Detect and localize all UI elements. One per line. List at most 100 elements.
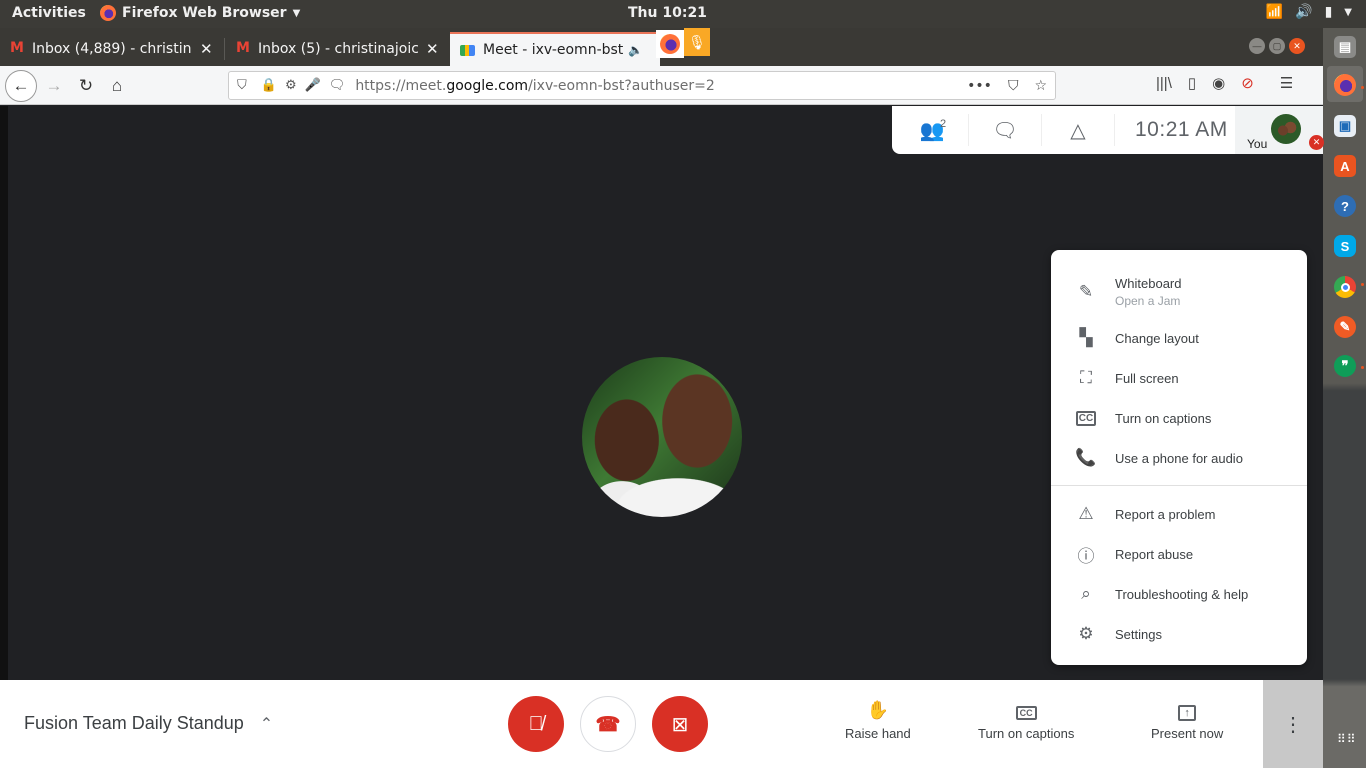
- pencil-icon: ✎: [1078, 282, 1094, 301]
- raise-hand-icon: ✋: [866, 700, 890, 720]
- back-button[interactable]: ←: [5, 70, 37, 102]
- account-icon[interactable]: ◉: [1212, 74, 1225, 92]
- show-applications-icon[interactable]: ⠿⠿: [1337, 733, 1357, 745]
- microphone-sharing-indicator[interactable]: 🎙: [684, 28, 710, 56]
- microphone-permission-icon[interactable]: 🎤: [305, 78, 321, 93]
- mic-off-icon: 🎙̸: [528, 712, 544, 735]
- menu-item-label: Report abuse: [1115, 546, 1194, 562]
- microphone-toggle-button[interactable]: 🎙̸: [508, 696, 564, 752]
- sidebar-icon[interactable]: ▯: [1188, 74, 1196, 92]
- divider: [1114, 114, 1115, 146]
- running-indicator: [1361, 366, 1364, 369]
- volume-icon: 🔊: [1295, 4, 1313, 20]
- menu-item-captions[interactable]: CC Turn on captions: [1051, 398, 1307, 438]
- menu-item-report-problem[interactable]: ⚠ Report a problem: [1051, 494, 1307, 534]
- google-meet-icon: [460, 44, 475, 56]
- lock-icon[interactable]: 🔒: [261, 78, 277, 93]
- file-cabinet-icon[interactable]: ▤: [1334, 36, 1356, 58]
- maximize-button[interactable]: ▢: [1269, 38, 1285, 54]
- menu-item-report-abuse[interactable]: ⓘ Report abuse: [1051, 534, 1307, 574]
- gmail-icon: [236, 40, 250, 56]
- firefox-icon[interactable]: [1334, 74, 1356, 96]
- meeting-details-toggle[interactable]: Fusion Team Daily Standup ⌃: [24, 713, 273, 734]
- menu-item-troubleshooting[interactable]: ⌕ Troubleshooting & help: [1051, 574, 1307, 614]
- meeting-controls-bar: Fusion Team Daily Standup ⌃ 🎙̸ ☎ ⊠ ✋ Rai…: [0, 680, 1323, 768]
- menu-item-label: Change layout: [1115, 330, 1199, 346]
- url-domain: google.com: [446, 77, 529, 94]
- menu-item-phone-audio[interactable]: 📞 Use a phone for audio: [1051, 438, 1307, 478]
- url-bar[interactable]: ⛉ 🔒 ⚙ 🎤 🗨 https://meet.google.com/ixv-eo…: [228, 71, 1056, 100]
- menu-item-full-screen[interactable]: ⛶ Full screen: [1051, 358, 1307, 398]
- menu-item-label: Use a phone for audio: [1115, 450, 1243, 466]
- url-text[interactable]: https://meet.google.com/ixv-eomn-bst?aut…: [355, 78, 714, 94]
- action-label: Turn on captions: [978, 726, 1075, 741]
- sharing-indicator-firefox[interactable]: [656, 30, 684, 58]
- tab-meet[interactable]: Meet - ixv-eomn-bst 🔈: [450, 32, 660, 66]
- home-button[interactable]: ⌂: [103, 72, 131, 100]
- camera-toggle-button[interactable]: ⊠: [652, 696, 708, 752]
- app-menu[interactable]: Firefox Web Browser ▼: [100, 5, 300, 21]
- system-tray[interactable]: 📶 🔊 ▮ ▼: [1266, 4, 1352, 20]
- forward-button[interactable]: →: [40, 72, 68, 100]
- menu-item-label: Full screen: [1115, 370, 1179, 386]
- raise-hand-button[interactable]: ✋ Raise hand: [845, 700, 911, 741]
- hamburger-menu-icon[interactable]: ☰: [1280, 74, 1293, 92]
- present-now-button[interactable]: ↑ Present now: [1151, 700, 1223, 741]
- captions-icon: CC: [1076, 410, 1096, 426]
- system-clock[interactable]: Thu 10:21: [628, 5, 707, 21]
- library-icon[interactable]: |||\: [1156, 75, 1172, 92]
- ubuntu-dock: ▤ ▣ A ? S ✎ ❞ ⠿⠿: [1323, 28, 1366, 768]
- phone-audio-icon: 📞: [1075, 448, 1097, 467]
- system-top-bar: Activities Firefox Web Browser ▼ Thu 10:…: [0, 0, 1366, 28]
- more-options-button[interactable]: ⋮: [1263, 680, 1323, 768]
- captions-button[interactable]: CC Turn on captions: [978, 700, 1074, 741]
- activities-button[interactable]: Activities: [12, 5, 86, 21]
- page-actions-icon[interactable]: •••: [967, 78, 992, 94]
- menu-item-whiteboard[interactable]: ✎ Whiteboard Open a Jam: [1051, 266, 1307, 318]
- help-icon[interactable]: ?: [1334, 195, 1356, 217]
- minimize-button[interactable]: —: [1249, 38, 1265, 54]
- menu-item-settings[interactable]: ⚙ Settings: [1051, 614, 1307, 654]
- software-center-icon[interactable]: A: [1334, 155, 1356, 177]
- menu-item-label: Turn on captions: [1115, 410, 1212, 426]
- skype-icon[interactable]: S: [1334, 235, 1356, 257]
- notification-permission-icon[interactable]: 🗨: [329, 78, 346, 93]
- chevron-up-icon: ⌃: [259, 715, 274, 733]
- microphone-icon: 🎙: [688, 33, 706, 50]
- bookmark-star-icon[interactable]: ☆: [1034, 78, 1047, 94]
- close-tab-icon[interactable]: ✕: [200, 40, 213, 58]
- self-label: You: [1247, 137, 1268, 151]
- action-label: Raise hand: [845, 726, 911, 741]
- self-tile[interactable]: You ✕: [1235, 106, 1324, 154]
- participants-count: 2: [940, 118, 947, 130]
- firefox-icon: [100, 5, 116, 21]
- layout-icon: ▚: [1079, 328, 1093, 347]
- menu-item-label: Report a problem: [1115, 506, 1216, 522]
- leave-call-button[interactable]: ☎: [580, 696, 636, 752]
- hangouts-icon[interactable]: ❞: [1334, 355, 1356, 377]
- chat-button[interactable]: 🗨: [969, 106, 1041, 154]
- action-label: Present now: [1151, 726, 1224, 741]
- participants-button[interactable]: 👥 2: [896, 106, 968, 154]
- url-prefix: https://meet.: [355, 77, 447, 94]
- captions-icon: CC: [1015, 700, 1037, 726]
- participant-avatar: [582, 357, 742, 517]
- reload-button[interactable]: ↻: [72, 72, 100, 100]
- menu-item-change-layout[interactable]: ▚ Change layout: [1051, 318, 1307, 358]
- permissions-icon[interactable]: ⚙: [285, 78, 297, 93]
- activities-button[interactable]: △: [1042, 106, 1114, 154]
- tracking-protection-icon[interactable]: ⛉: [237, 78, 247, 93]
- tab-inbox-1[interactable]: Inbox (4,889) - christinall ✕: [0, 32, 222, 66]
- troubleshoot-icon: ⌕: [1081, 584, 1091, 603]
- hang-up-icon: ☎: [595, 713, 621, 736]
- close-tab-icon[interactable]: ✕: [426, 40, 439, 58]
- pocket-icon[interactable]: ⛉: [1008, 78, 1019, 94]
- tab-inbox-2[interactable]: Inbox (5) - christinajoice.s ✕: [226, 32, 448, 66]
- close-window-button[interactable]: ✕: [1289, 38, 1305, 54]
- extension-blocked-icon[interactable]: ⊘: [1241, 74, 1254, 92]
- libreoffice-impress-icon[interactable]: ▣: [1334, 115, 1356, 137]
- muted-mic-icon: ✕: [1309, 135, 1324, 150]
- postman-icon[interactable]: ✎: [1334, 316, 1356, 338]
- tab-audio-icon[interactable]: 🔈: [628, 43, 643, 57]
- chrome-icon[interactable]: [1334, 276, 1356, 298]
